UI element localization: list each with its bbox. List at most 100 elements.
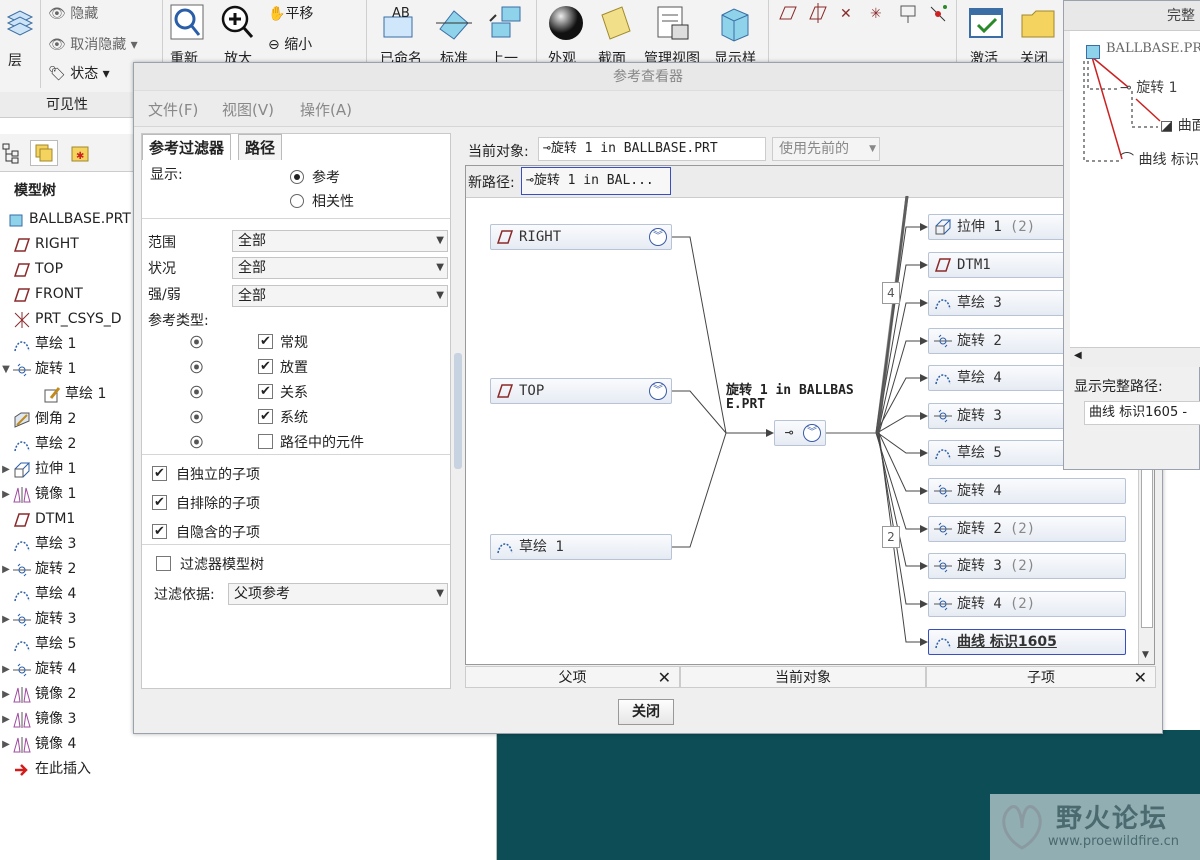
expand-arrow-icon[interactable]: ▶ [0, 557, 12, 582]
status-button[interactable]: 🏷 状态 ▾ [48, 63, 110, 83]
menu-file[interactable]: 文件(F) [148, 99, 198, 120]
expand-arrow-icon[interactable]: ▶ [0, 707, 12, 732]
spin-center-icon[interactable] [926, 2, 950, 26]
panel-splitter[interactable] [454, 353, 462, 469]
path-node-curve[interactable]: ⌒ 曲线 标识 [1120, 149, 1199, 169]
tree-item[interactable]: ▶ 镜像 3 [0, 707, 76, 732]
child-node[interactable]: 旋转 2 (2) [928, 516, 1126, 542]
path-node-surface[interactable]: ◪ 曲面 [1160, 115, 1200, 135]
ref-type-checkbox[interactable]: ✔ [258, 384, 273, 399]
expand-arrow-icon[interactable]: ▼ [0, 357, 12, 382]
close-window-icon[interactable] [1016, 2, 1060, 44]
ref-type-checkbox[interactable]: ✔ [258, 409, 273, 424]
expand-arrow-icon[interactable]: ▶ [0, 682, 12, 707]
child-option-checkbox[interactable]: ✔ [152, 466, 167, 481]
radio-reference[interactable] [290, 170, 304, 184]
path-node-revolve[interactable]: ⊸ 旋转 1 [1120, 77, 1178, 97]
tree-item[interactable]: ▶ 旋转 3 [0, 607, 76, 632]
radio-relevance[interactable] [290, 194, 304, 208]
scope-select[interactable]: 全部 ▼ [232, 230, 448, 252]
previous-view-icon[interactable] [484, 2, 528, 44]
child-node[interactable]: 曲线 标识1605 [928, 629, 1126, 655]
tree-item[interactable]: ▶ 旋转 2 [0, 557, 76, 582]
zoom-out-button[interactable]: ⊖ 缩小 [268, 34, 312, 54]
zoom-in-icon[interactable] [218, 2, 256, 42]
scroll-left-icon[interactable]: ◀ [1074, 350, 1082, 361]
tree-item[interactable]: DTM1 [0, 507, 75, 532]
tree-item[interactable]: 倒角 2 [0, 407, 76, 432]
tree-item[interactable]: ▶ 镜像 1 [0, 482, 76, 507]
activate-window-icon[interactable] [964, 2, 1008, 44]
tree-item[interactable]: 在此插入 [0, 757, 91, 782]
parent-node[interactable]: 草绘 1 [490, 534, 672, 560]
full-path-field[interactable]: 曲线 标识1605 - [1084, 401, 1200, 425]
datum-point-display-icon[interactable]: ✕ [836, 2, 860, 26]
unhide-button[interactable]: 👁 取消隐藏 ▾ [48, 34, 138, 54]
section-icon[interactable] [594, 2, 638, 44]
ref-type-checkbox[interactable]: ✔ [258, 334, 273, 349]
filter-tree-checkbox[interactable] [156, 556, 171, 571]
close-icon[interactable]: ✕ [658, 667, 671, 689]
tree-item[interactable]: 草绘 1 [0, 332, 76, 357]
expand-chevron-icon[interactable]: ︾ [803, 424, 821, 442]
child-node[interactable]: 旋转 4 [928, 478, 1126, 504]
tree-item[interactable]: 草绘 5 [0, 632, 76, 657]
tree-item[interactable]: 草绘 4 [0, 582, 76, 607]
filter-by-select[interactable]: 父项参考 ▼ [228, 583, 448, 605]
tree-item[interactable]: ▶ 拉伸 1 [0, 457, 76, 482]
display-style-icon[interactable] [712, 2, 756, 44]
tree-item[interactable]: FRONT [0, 282, 83, 307]
expand-chevron-icon[interactable]: ︾ [649, 382, 667, 400]
tree-tab-layer-icon[interactable] [30, 140, 58, 166]
use-previous-select[interactable]: 使用先前的 ▼ [772, 137, 880, 161]
manage-views-icon[interactable] [650, 2, 694, 44]
child-option-checkbox[interactable]: ✔ [152, 524, 167, 539]
reference-graph[interactable]: 新路径: ⊸旋转 1 in BAL... RIGHT ︾ TOP ︾ 草绘 1 拉伸 1(… [465, 165, 1155, 665]
path-root[interactable]: BALLBASE.PRT [1106, 41, 1200, 56]
path-hscroll[interactable]: ◀ [1070, 347, 1200, 367]
annotation-display-icon[interactable] [896, 2, 920, 26]
expand-arrow-icon[interactable]: ▶ [0, 607, 12, 632]
tree-item[interactable]: PRT_CSYS_D [0, 307, 122, 332]
named-view-icon[interactable]: AB [378, 2, 422, 44]
center-node[interactable]: ⊸ ︾ [774, 420, 826, 446]
expand-chevron-icon[interactable]: ︾ [649, 228, 667, 246]
tree-item[interactable]: ▶ 镜像 2 [0, 682, 76, 707]
parent-node[interactable]: TOP ︾ [490, 378, 672, 404]
scroll-down-icon[interactable]: ▼ [1142, 650, 1149, 660]
expand-arrow-icon[interactable]: ▶ [0, 732, 12, 757]
close-button[interactable]: 关闭 [618, 699, 674, 725]
ref-type-checkbox[interactable]: ✔ [258, 359, 273, 374]
expand-arrow-icon[interactable]: ▶ [0, 482, 12, 507]
tree-item[interactable]: 草绘 2 [0, 432, 76, 457]
standard-orient-icon[interactable] [432, 2, 476, 44]
parent-node[interactable]: RIGHT ︾ [490, 224, 672, 250]
ref-type-checkbox[interactable] [258, 434, 273, 449]
layer-stack-icon[interactable] [4, 4, 36, 40]
tree-tab-favorites-icon[interactable]: ✱ [66, 140, 94, 166]
tree-item[interactable]: ▼ 旋转 1 [0, 357, 76, 382]
tree-item[interactable]: 草绘 3 [0, 532, 76, 557]
tree-item[interactable]: 草绘 1 [30, 382, 106, 407]
hide-button[interactable]: 👁 隐藏 [48, 3, 98, 23]
pan-button[interactable]: ✋平移 [268, 3, 313, 23]
tree-item[interactable]: TOP [0, 257, 63, 282]
tree-tab-model-icon[interactable] [0, 140, 24, 166]
expand-arrow-icon[interactable]: ▶ [0, 457, 12, 482]
strength-select[interactable]: 全部 ▼ [232, 285, 448, 307]
menu-action[interactable]: 操作(A) [300, 99, 352, 120]
expand-arrow-icon[interactable]: ▶ [0, 657, 12, 682]
tree-item[interactable]: ▶ 旋转 4 [0, 657, 76, 682]
close-icon[interactable]: ✕ [1134, 667, 1147, 689]
tab-path[interactable]: 路径 [238, 134, 283, 160]
datum-plane-display-icon[interactable] [776, 2, 800, 26]
tree-item[interactable]: ▶ 镜像 4 [0, 732, 76, 757]
tree-item[interactable]: BALLBASE.PRT [0, 207, 131, 232]
child-node[interactable]: 旋转 4 (2) [928, 591, 1126, 617]
appearance-sphere-icon[interactable] [544, 2, 588, 44]
child-node[interactable]: 旋转 3 (2) [928, 553, 1126, 579]
csys-display-icon[interactable]: ✳ [866, 2, 890, 26]
menu-view[interactable]: 视图(V) [222, 99, 274, 120]
layer-label[interactable]: 层 [8, 50, 22, 70]
tab-reference-filter[interactable]: 参考过滤器 [142, 134, 232, 160]
